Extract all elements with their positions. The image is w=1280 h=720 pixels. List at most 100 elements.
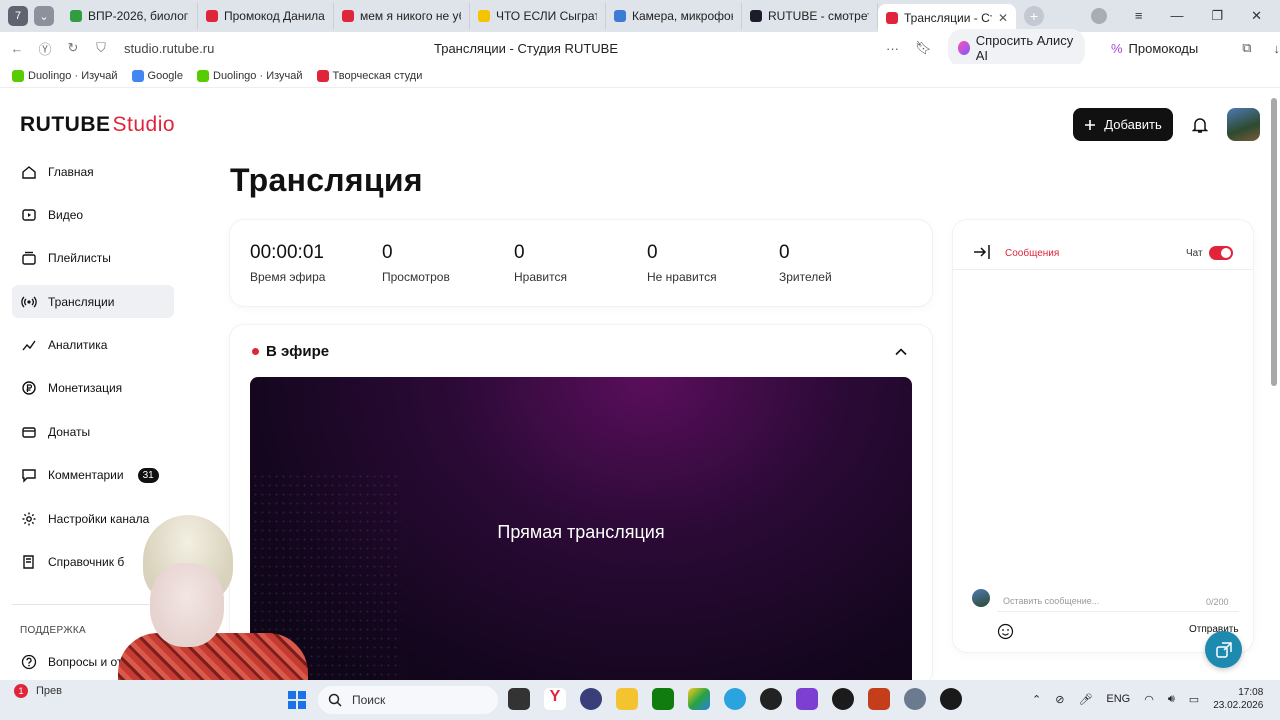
- tab-favicon-icon: [750, 10, 762, 22]
- browser-tab[interactable]: RUTUBE - смотреть: [742, 3, 878, 29]
- tray-chevron-icon[interactable]: ⌃: [1032, 693, 1041, 706]
- bookmark-label: Duolingo · Изучай: [213, 69, 303, 82]
- taskbar-search-label: Поиск: [352, 693, 386, 707]
- tabs-dropdown-icon[interactable]: ⌄: [34, 6, 54, 26]
- wifi-icon[interactable]: ◠: [1144, 693, 1154, 706]
- bookmark-item[interactable]: Google: [131, 69, 183, 82]
- logo-main: RUTUBE: [20, 113, 111, 136]
- sidebar-item-faq[interactable]: Вопросы и от: [20, 653, 122, 671]
- tab-label: Камера, микрофон: [632, 9, 733, 23]
- game-icon[interactable]: [760, 688, 782, 710]
- emoji-icon[interactable]: [997, 623, 1014, 640]
- sidebar-item-playlist[interactable]: Плейлисты: [12, 242, 174, 275]
- download-icon[interactable]: ↓: [1274, 41, 1280, 56]
- telegram-icon[interactable]: [724, 688, 746, 710]
- tab-favicon-icon: [886, 12, 898, 24]
- browser-tab[interactable]: ВПР-2026, биологи: [62, 3, 198, 29]
- add-button[interactable]: Добавить: [1073, 108, 1173, 141]
- taskbar-search[interactable]: Поиск: [318, 686, 498, 714]
- rutube-studio-logo[interactable]: RUTUBEStudio: [20, 113, 175, 137]
- bell-icon[interactable]: [1189, 114, 1211, 136]
- open-external-icon[interactable]: [1205, 631, 1242, 668]
- clock[interactable]: 17:08 23.02.2026: [1213, 686, 1263, 712]
- notification-badge: 1: [14, 684, 28, 698]
- sidebar-item-video[interactable]: Видео: [12, 198, 174, 231]
- sidebar-item-donate[interactable]: Донаты: [12, 415, 174, 448]
- maximize-icon[interactable]: ❐: [1211, 8, 1223, 24]
- mic-icon[interactable]: 🎤︎: [1078, 693, 1092, 706]
- live-heading-label: В эфире: [266, 343, 330, 360]
- task-view-icon[interactable]: [508, 688, 530, 710]
- tab-favicon-icon: [342, 10, 354, 22]
- battery-icon[interactable]: ▭: [1189, 693, 1199, 706]
- sidebar-item-analytics[interactable]: Аналитика: [12, 329, 174, 362]
- live-card: В эфире Прямая трансляция: [230, 325, 932, 685]
- sidebar-item-broadcast[interactable]: Трансляции: [12, 285, 174, 319]
- video-player[interactable]: Прямая трансляция: [250, 377, 912, 685]
- browser-tab[interactable]: Камера, микрофон: [606, 3, 742, 29]
- browser-tab[interactable]: Трансляции - Сту ✕: [878, 4, 1016, 32]
- avatar[interactable]: [1227, 108, 1260, 141]
- close-tab-icon[interactable]: ✕: [998, 11, 1008, 25]
- clock-time: 17:08: [1238, 687, 1264, 698]
- alice-button[interactable]: Спросить Алису AI: [947, 29, 1085, 67]
- yandex-home-icon[interactable]: Ⓨ: [34, 39, 56, 58]
- chat-toggle[interactable]: [1209, 246, 1233, 260]
- sidebar-item-comment[interactable]: Комментарии 31: [12, 459, 174, 492]
- bookmark-icon[interactable]: 🔖︎: [915, 40, 932, 56]
- live-dot-icon: [252, 348, 259, 355]
- bluestacks-icon[interactable]: [688, 688, 710, 710]
- clapper-icon[interactable]: [796, 688, 818, 710]
- taskbar-left-widget[interactable]: 1 Прев: [14, 684, 62, 698]
- yandex-browser-icon[interactable]: Y: [544, 688, 566, 710]
- chat-avatar: [972, 589, 990, 607]
- scrollbar-thumb[interactable]: [1271, 98, 1277, 386]
- bookmark-item[interactable]: Творческая студи: [316, 69, 422, 82]
- tab-favicon-icon: [70, 10, 82, 22]
- windows-start-icon[interactable]: [288, 691, 306, 709]
- bookmark-item[interactable]: Duolingo · Изучай: [12, 69, 118, 82]
- header-actions: Добавить: [1073, 108, 1260, 141]
- file-explorer-icon[interactable]: [616, 688, 638, 710]
- close-window-icon[interactable]: ✕: [1251, 8, 1262, 24]
- chat-panel: Сообщения Чат Оставить сообщение... 0/20…: [953, 220, 1253, 652]
- tab-messages[interactable]: Сообщения: [1005, 248, 1059, 259]
- language-indicator[interactable]: ENG: [1106, 693, 1130, 705]
- sidebar-item-money[interactable]: Монетизация: [12, 372, 174, 405]
- chat-message-input[interactable]: Оставить сообщение...: [997, 586, 1239, 612]
- minimize-icon[interactable]: —: [1170, 8, 1183, 24]
- new-tab-button[interactable]: +: [1024, 6, 1044, 26]
- browser-tab[interactable]: мем я никого не уб: [334, 3, 470, 29]
- menu-icon[interactable]: ≡: [1135, 8, 1143, 24]
- comment-icon: [20, 466, 38, 484]
- profile-icon[interactable]: [1090, 8, 1107, 24]
- stat-label: Время эфира: [250, 270, 326, 284]
- url-text[interactable]: studio.rutube.ru: [124, 41, 214, 56]
- chevron-up-icon[interactable]: [894, 345, 908, 359]
- promo-button[interactable]: % Промокоды: [1101, 37, 1208, 60]
- obs-icon[interactable]: [940, 688, 962, 710]
- vpn-icon[interactable]: [580, 688, 602, 710]
- back-icon[interactable]: ←: [6, 41, 28, 56]
- stat-value: 0: [647, 242, 658, 263]
- powerpoint-icon[interactable]: [868, 688, 890, 710]
- browser-tab[interactable]: ЧТО ЕСЛИ Сыграть: [470, 3, 606, 29]
- tab-strip: ВПР-2026, биологи Промокод Данила мем я ни…: [62, 0, 1016, 32]
- collapse-chat-icon[interactable]: [973, 244, 991, 260]
- sidebar-item-home[interactable]: Главная: [12, 155, 174, 188]
- more-icon[interactable]: ···: [886, 41, 899, 56]
- site-info-icon[interactable]: ⛉: [90, 40, 112, 56]
- tab-favicon-icon: [478, 10, 490, 22]
- stat-item: 0 Просмотров: [382, 242, 450, 284]
- browser-menu-icon[interactable]: 7: [8, 6, 28, 26]
- meet-now-icon[interactable]: ⊘: [1055, 693, 1064, 706]
- browser-tab[interactable]: Промокод Данила: [198, 3, 334, 29]
- extensions-icon[interactable]: ⧉: [1242, 40, 1251, 56]
- player-app-icon[interactable]: [832, 688, 854, 710]
- xbox-icon[interactable]: [652, 688, 674, 710]
- sidebar-item-label: Монетизация: [48, 381, 123, 396]
- bookmark-item[interactable]: Duolingo · Изучай: [197, 69, 303, 82]
- reload-icon[interactable]: ↻: [62, 40, 84, 56]
- volume-icon[interactable]: 🔊︎: [1168, 693, 1175, 706]
- settings-app-icon[interactable]: [904, 688, 926, 710]
